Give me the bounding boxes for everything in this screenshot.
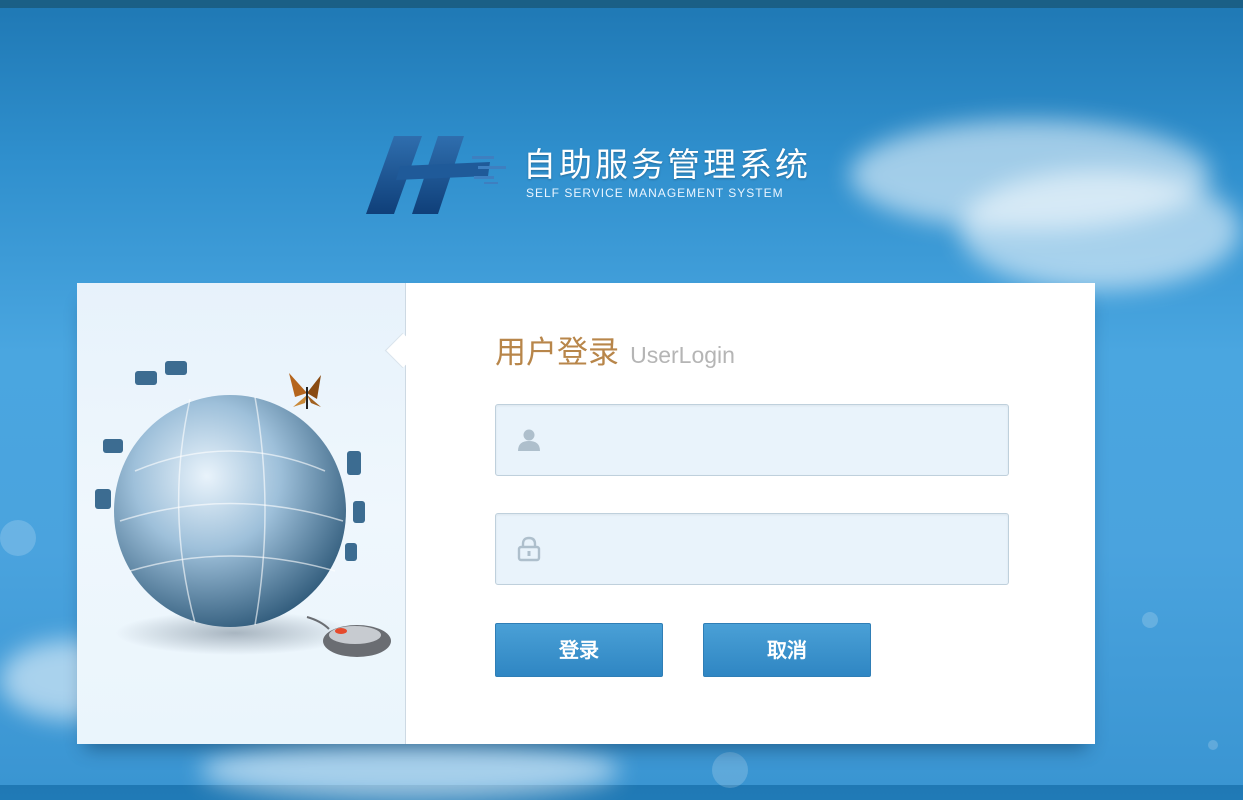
background-bubble: [1208, 740, 1218, 750]
app-title: 自助服务管理系统: [523, 145, 811, 184]
background-bubble: [712, 752, 748, 788]
illustration-pane: [77, 283, 406, 744]
puzzle-globe-illustration: [95, 361, 391, 657]
username-field[interactable]: [495, 404, 1009, 476]
brand-header: 自助服务管理系统 SELF SERVICE MANAGEMENT SYSTEM: [360, 126, 820, 218]
lock-icon: [517, 536, 541, 562]
user-icon: [518, 429, 540, 451]
login-title-en: UserLogin: [630, 342, 735, 368]
top-bar: [0, 0, 1243, 8]
username-input[interactable]: [556, 405, 1000, 475]
password-field[interactable]: [495, 513, 1009, 585]
login-panel: 用户登录 UserLogin 登录 取消: [77, 283, 1095, 744]
background-cloud: [960, 170, 1240, 290]
login-button[interactable]: 登录: [495, 623, 663, 677]
app-subtitle: SELF SERVICE MANAGEMENT SYSTEM: [526, 186, 784, 200]
background-cloud: [200, 740, 620, 800]
cancel-button[interactable]: 取消: [703, 623, 871, 677]
login-title-cn: 用户登录: [495, 335, 619, 371]
background-bubble: [0, 520, 36, 556]
login-title: 用户登录 UserLogin: [495, 327, 735, 372]
hm-logo-icon: [366, 136, 506, 214]
password-input[interactable]: [556, 514, 1000, 584]
background-bubble: [1142, 612, 1158, 628]
